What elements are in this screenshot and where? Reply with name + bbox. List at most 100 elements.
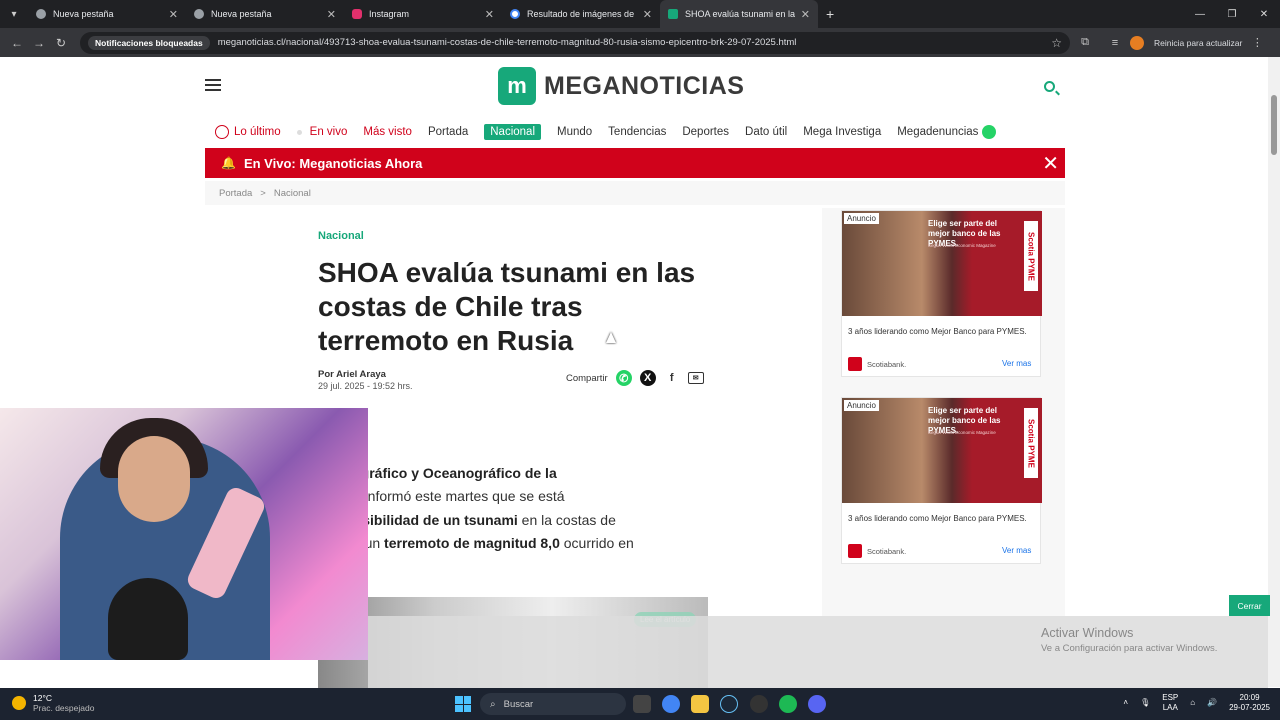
scotiabank-logo-icon <box>848 357 862 371</box>
profile-avatar[interactable] <box>1130 35 1144 50</box>
meganoticias-icon <box>668 9 678 19</box>
omnibox[interactable]: Notificaciones bloqueadas meganoticias.c… <box>80 31 1070 54</box>
clock-date: 29-07-2025 <box>1229 703 1270 712</box>
tab-search-menu-icon[interactable]: ▾ <box>0 0 28 28</box>
nav-mega-investiga[interactable]: Mega Investiga <box>803 126 881 138</box>
tab-shoa-article[interactable]: SHOA evalúa tsunami en las co ✕ <box>660 0 818 28</box>
steam-icon[interactable] <box>720 695 738 713</box>
site-logo[interactable]: m MEGANOTICIAS <box>498 67 744 105</box>
ad-advertiser: Scotiabank. <box>867 360 907 369</box>
streamer-face <box>118 436 190 522</box>
close-icon[interactable]: ✕ <box>485 8 494 21</box>
microphone-icon[interactable]: 🎙 <box>1140 698 1150 708</box>
scotiabank-logo-icon <box>848 544 862 558</box>
nav-mundo[interactable]: Mundo <box>557 126 592 138</box>
close-icon[interactable]: ✕ <box>169 8 178 21</box>
kebab-menu-icon[interactable]: ⋮ <box>1242 36 1272 49</box>
share-label: Compartir <box>566 372 608 384</box>
webcam-overlay <box>0 408 368 660</box>
discord-icon[interactable] <box>808 695 826 713</box>
nav-lo-ultimo[interactable]: Lo último <box>234 126 281 138</box>
window-controls: — ❐ ✕ <box>1184 0 1280 28</box>
lang-secondary: LAA <box>1162 703 1178 712</box>
file-explorer-icon[interactable] <box>691 695 709 713</box>
windows-start-icon[interactable] <box>455 696 471 712</box>
close-icon[interactable]: ✕ <box>327 8 336 21</box>
lang-primary: ESP <box>1162 693 1179 702</box>
close-icon[interactable]: ✕ <box>801 8 810 21</box>
media-queue-icon[interactable]: ≡ <box>1100 37 1130 49</box>
close-sticky-button[interactable]: Cerrar <box>1229 595 1270 616</box>
weather-sun-icon <box>12 696 26 710</box>
maximize-icon[interactable]: ❐ <box>1216 0 1248 28</box>
share-email-icon[interactable]: ✉ <box>687 372 704 384</box>
scrollbar-thumb[interactable] <box>1271 95 1277 155</box>
windows-taskbar: 12°C Prac. despejado ⌕ Buscar ˄ 🎙 ESP LA… <box>0 688 1280 720</box>
close-banner-icon[interactable]: ✕ <box>1042 151 1059 176</box>
instagram-icon <box>352 9 362 19</box>
breadcrumb-portada[interactable]: Portada <box>219 188 252 199</box>
share-facebook-icon[interactable]: f <box>664 370 680 386</box>
forward-icon[interactable]: → <box>28 36 50 50</box>
globe-icon <box>36 9 46 19</box>
clock[interactable]: 20:09 29-07-2025 <box>1229 693 1270 713</box>
tray-chevron-icon[interactable]: ˄ <box>1123 698 1128 708</box>
nav-megadenuncias[interactable]: Megadenuncias <box>897 126 978 138</box>
share-whatsapp-icon[interactable]: ✆ <box>615 370 632 386</box>
nav-mas-visto[interactable]: Más visto <box>363 126 412 138</box>
ad-scotiabank-1[interactable]: Anuncio Elige ser parte del mejor banco … <box>841 210 1042 377</box>
chrome-icon[interactable] <box>662 695 680 713</box>
tab-nueva-pestana-2[interactable]: Nueva pestaña ✕ <box>186 0 344 28</box>
bell-icon: 🔔 <box>221 156 236 170</box>
nav-portada[interactable]: Portada <box>428 126 468 138</box>
close-icon[interactable]: ✕ <box>643 8 652 21</box>
whatsapp-icon[interactable] <box>982 125 997 139</box>
nav-deportes[interactable]: Deportes <box>682 126 729 138</box>
live-banner[interactable]: 🔔 En Vivo: Meganoticias Ahora ✕ <box>205 148 1065 178</box>
live-banner-text: En Vivo: Meganoticias Ahora <box>243 155 423 171</box>
windows-activation-watermark: Activar Windows Ve a Configuración para … <box>1041 626 1217 654</box>
tab-google-images[interactable]: Resultado de imágenes de Goo ✕ <box>502 0 660 28</box>
spotify-icon[interactable] <box>779 695 797 713</box>
tab-instagram[interactable]: Instagram ✕ <box>344 0 502 28</box>
ad-ver-mas-link[interactable]: Ver mas <box>1002 359 1031 368</box>
ad-scotiabank-2[interactable]: Anuncio Elige ser parte del mejor banco … <box>841 397 1042 564</box>
obs-icon[interactable] <box>750 695 768 713</box>
bookmark-star-icon[interactable]: ☆ <box>1051 36 1062 50</box>
search-icon[interactable] <box>1044 81 1055 92</box>
url-text[interactable]: meganoticias.cl/nacional/493713-shoa-eva… <box>218 37 1052 48</box>
article-author[interactable]: Por Ariel Araya <box>318 369 386 380</box>
nav-dato-util[interactable]: Dato útil <box>745 126 787 138</box>
ad-ver-mas-link[interactable]: Ver mas <box>1002 546 1031 555</box>
restart-to-update-button[interactable]: Reinicia para actualizar <box>1154 38 1242 48</box>
page-scrollbar[interactable] <box>1268 57 1280 687</box>
volume-icon[interactable]: 🔊 <box>1207 698 1217 708</box>
nav-tendencias[interactable]: Tendencias <box>608 126 666 138</box>
new-tab-icon[interactable]: + <box>826 6 834 22</box>
breadcrumb-nacional[interactable]: Nacional <box>274 188 311 199</box>
tab-label: Nueva pestaña <box>53 9 114 19</box>
tab-nueva-pestana-1[interactable]: Nueva pestaña ✕ <box>28 0 186 28</box>
notifications-blocked-chip[interactable]: Notificaciones bloqueadas <box>88 35 210 50</box>
article-section[interactable]: Nacional <box>318 230 364 242</box>
ad-label: Anuncio <box>844 213 879 224</box>
taskbar-search[interactable]: ⌕ Buscar <box>480 693 626 715</box>
task-view-icon[interactable] <box>633 695 651 713</box>
reload-icon[interactable]: ↻ <box>50 36 72 50</box>
network-icon[interactable]: ⌂ <box>1190 698 1195 708</box>
close-window-icon[interactable]: ✕ <box>1248 0 1280 28</box>
ad-brand: Scotia PYME <box>1024 408 1038 478</box>
share-x-icon[interactable]: X <box>639 370 656 386</box>
ad-subline: Según World Economic Magazine <box>928 430 996 435</box>
minimize-icon[interactable]: — <box>1184 0 1216 28</box>
weather-widget[interactable]: 12°C Prac. despejado <box>12 693 94 713</box>
language-indicator[interactable]: ESP LAA <box>1162 693 1178 713</box>
hamburger-menu-icon[interactable] <box>205 79 221 91</box>
tab-label: Nueva pestaña <box>211 9 272 19</box>
extensions-icon[interactable]: ⧉ <box>1070 36 1100 49</box>
back-icon[interactable]: ← <box>6 36 28 50</box>
nav-en-vivo[interactable]: En vivo <box>310 126 348 138</box>
main-nav: Lo último En vivo Más visto Portada Naci… <box>205 118 1065 146</box>
nav-nacional[interactable]: Nacional <box>484 124 541 140</box>
clock-time: 20:09 <box>1239 693 1260 702</box>
